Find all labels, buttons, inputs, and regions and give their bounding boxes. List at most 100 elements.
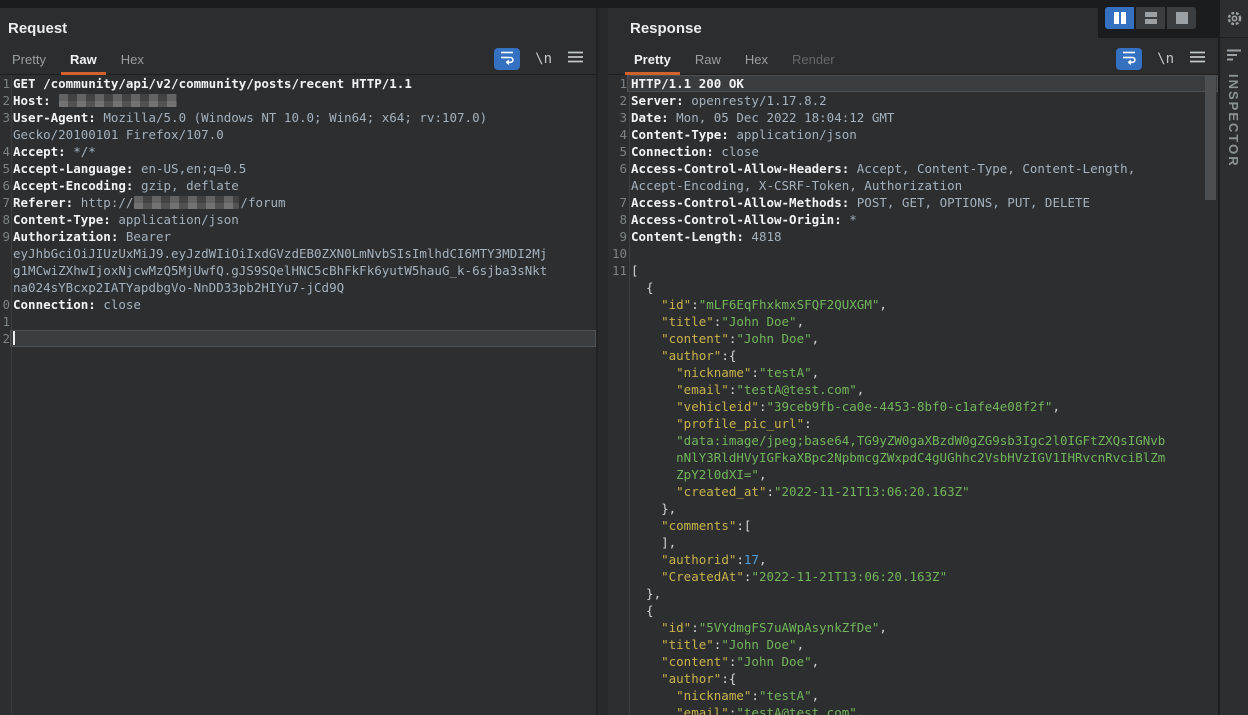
line-number	[608, 364, 627, 381]
code-line: g1MCwiZXhwIjoxNjcwMzQ5MjUwfQ.gJS9SQelHNC…	[0, 262, 596, 279]
code-line: 4Accept: */*	[0, 143, 596, 160]
line-number: 2	[0, 92, 10, 109]
code-line: 5Accept-Language: en-US,en;q=0.5	[0, 160, 596, 177]
line-number	[608, 619, 627, 636]
code-line: 6Access-Control-Allow-Headers: Accept, C…	[608, 160, 1218, 177]
response-scrollbar-thumb[interactable]	[1205, 76, 1216, 200]
request-panel: Request PrettyRawHex \n 1GET /community/…	[0, 8, 598, 715]
code-line: 10	[608, 245, 1218, 262]
tab-pretty[interactable]: Pretty	[0, 44, 58, 74]
tab-render[interactable]: Render	[780, 44, 847, 74]
line-number: 4	[0, 143, 10, 160]
word-wrap-toggle-button[interactable]	[1116, 48, 1142, 70]
code-line: ],	[608, 534, 1218, 551]
line-number: 6	[0, 177, 10, 194]
code-line: 4Content-Type: application/json	[608, 126, 1218, 143]
line-number	[608, 500, 627, 517]
line-number	[608, 347, 627, 364]
inspector-separator	[1220, 37, 1248, 38]
editor-menu-button[interactable]	[567, 50, 584, 69]
inspector-label[interactable]: INSPECTOR	[1226, 74, 1242, 168]
code-line: "content":"John Doe",	[608, 653, 1218, 670]
code-line: "comments":[	[608, 517, 1218, 534]
line-number	[608, 279, 627, 296]
line-number: 0	[0, 296, 10, 313]
line-number: 6	[608, 160, 627, 177]
layout-split-columns-button[interactable]	[1105, 7, 1134, 29]
line-number	[608, 415, 627, 432]
show-newlines-button[interactable]: \n	[535, 51, 552, 67]
line-number	[608, 177, 627, 194]
code-line: "title":"John Doe",	[608, 313, 1218, 330]
line-number	[608, 602, 627, 619]
line-number	[608, 585, 627, 602]
line-number: 3	[0, 109, 10, 126]
line-number: 8	[608, 211, 627, 228]
line-number	[608, 398, 627, 415]
line-number: 3	[608, 109, 627, 126]
line-number	[608, 517, 627, 534]
tab-hex[interactable]: Hex	[733, 44, 780, 74]
line-number: 2	[0, 330, 10, 347]
tab-pretty[interactable]: Pretty	[622, 44, 683, 74]
response-editor[interactable]: 1HTTP/1.1 200 OK2Server: openresty/1.17.…	[608, 75, 1218, 715]
code-line: Gecko/20100101 Firefox/107.0	[0, 126, 596, 143]
hamburger-menu-icon	[1189, 50, 1206, 64]
request-panel-title: Request	[8, 20, 67, 37]
line-number: 4	[608, 126, 627, 143]
code-line: "created_at":"2022-11-21T13:06:20.163Z"	[608, 483, 1218, 500]
code-line: "CreatedAt":"2022-11-21T13:06:20.163Z"	[608, 568, 1218, 585]
word-wrap-icon	[499, 49, 515, 70]
text-cursor	[13, 331, 15, 345]
word-wrap-toggle-button[interactable]	[494, 48, 520, 70]
rows-icon	[1145, 12, 1157, 24]
tab-raw[interactable]: Raw	[683, 44, 733, 74]
response-scrollbar[interactable]	[1205, 75, 1216, 715]
line-number: 7	[608, 194, 627, 211]
line-number: 2	[608, 92, 627, 109]
line-number: 5	[0, 160, 10, 177]
code-line: "content":"John Doe",	[608, 330, 1218, 347]
line-number	[608, 296, 627, 313]
code-line: "nickname":"testA",	[608, 687, 1218, 704]
line-number: 9	[0, 228, 10, 245]
code-line: {	[608, 602, 1218, 619]
line-number	[608, 432, 627, 449]
editor-menu-button[interactable]	[1189, 50, 1206, 69]
code-line: "author":{	[608, 670, 1218, 687]
inspector-collapse-icon[interactable]	[1226, 48, 1242, 62]
line-number	[0, 245, 10, 262]
tab-hex[interactable]: Hex	[109, 44, 156, 74]
line-number	[608, 483, 627, 500]
redacted-text	[134, 196, 239, 209]
tab-raw[interactable]: Raw	[58, 44, 109, 74]
code-line: "title":"John Doe",	[608, 636, 1218, 653]
layout-split-rows-button[interactable]	[1136, 7, 1165, 29]
code-line: 9Content-Length: 4818	[608, 228, 1218, 245]
line-number	[608, 704, 627, 715]
code-line: 2Server: openresty/1.17.8.2	[608, 92, 1218, 109]
line-number	[608, 670, 627, 687]
code-line: eyJhbGciOiJIUzUxMiJ9.eyJzdWIiOiIxdGVzdEB…	[0, 245, 596, 262]
line-number	[0, 279, 10, 296]
code-line: 3Date: Mon, 05 Dec 2022 18:04:12 GMT	[608, 109, 1218, 126]
code-line: "author":{	[608, 347, 1218, 364]
inspector-rail[interactable]: INSPECTOR	[1218, 0, 1248, 715]
code-line: 3User-Agent: Mozilla/5.0 (Windows NT 10.…	[0, 109, 596, 126]
code-line: 9Authorization: Bearer	[0, 228, 596, 245]
line-number	[608, 381, 627, 398]
line-number	[0, 262, 10, 279]
request-editor[interactable]: 1GET /community/api/v2/community/posts/r…	[0, 75, 596, 715]
line-number	[608, 568, 627, 585]
code-line: "email":"testA@test.com",	[608, 704, 1218, 715]
code-line: 7Referer: http:///forum	[0, 194, 596, 211]
settings-gear-icon[interactable]	[1225, 9, 1244, 28]
line-number: 1	[608, 75, 627, 92]
hamburger-menu-icon	[567, 50, 584, 64]
code-line: "data:image/jpeg;base64,TG9yZW0gaXBzdW0g…	[608, 432, 1218, 449]
line-number: 8	[0, 211, 10, 228]
layout-single-button[interactable]	[1167, 7, 1196, 29]
code-line: 1GET /community/api/v2/community/posts/r…	[0, 75, 596, 92]
code-line: 0Connection: close	[0, 296, 596, 313]
show-newlines-button[interactable]: \n	[1157, 51, 1174, 67]
